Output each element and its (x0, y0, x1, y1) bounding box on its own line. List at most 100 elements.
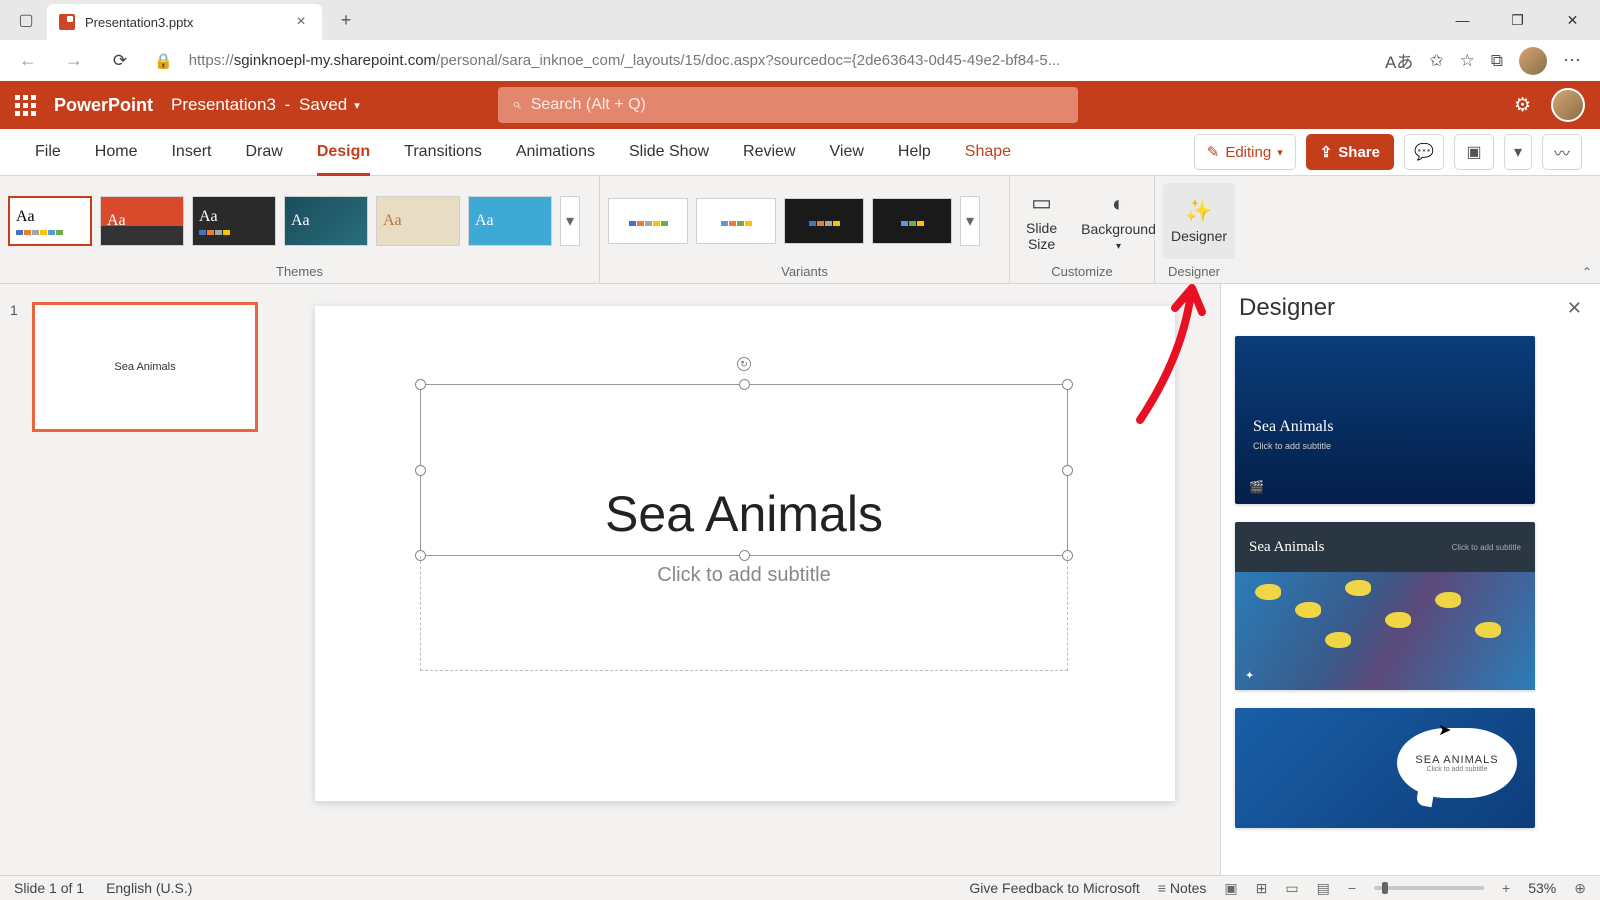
design-idea-3[interactable]: SEA ANIMALS Click to add subtitle (1235, 708, 1535, 828)
subtitle-text-box[interactable]: Click to add subtitle (420, 556, 1068, 671)
resize-handle-tr[interactable] (1062, 379, 1073, 390)
share-button[interactable]: ⇪ Share (1306, 134, 1394, 170)
app-launcher-icon[interactable] (15, 95, 36, 116)
nav-forward-button[interactable]: → (56, 43, 92, 79)
nav-back-button[interactable]: ← (10, 43, 46, 79)
new-tab-button[interactable]: + (330, 10, 362, 31)
theme-3[interactable]: Aa (192, 196, 276, 246)
reading-view-button[interactable]: ▭ (1285, 880, 1298, 897)
subtitle-placeholder[interactable]: Click to add subtitle (421, 556, 1067, 587)
chevron-down-icon: ▾ (354, 99, 360, 112)
slide-size-button[interactable]: ▭Slide Size (1018, 183, 1065, 259)
window-close-button[interactable]: ✕ (1545, 0, 1600, 40)
slide-thumbnail-panel[interactable]: 1 Sea Animals (0, 284, 280, 875)
browser-menu-icon[interactable]: ⋯ (1563, 50, 1582, 71)
tab-title: Presentation3.pptx (85, 15, 282, 30)
activity-button[interactable]: 〰 (1542, 134, 1582, 170)
variant-3[interactable] (784, 198, 864, 244)
app-name-label: PowerPoint (54, 95, 153, 116)
tab-slideshow[interactable]: Slide Show (612, 129, 726, 176)
slide-thumbnail-1[interactable]: 1 Sea Animals (10, 302, 270, 432)
tab-help[interactable]: Help (881, 129, 948, 176)
settings-icon[interactable]: ⚙ (1514, 94, 1531, 117)
zoom-out-button[interactable]: − (1348, 880, 1356, 896)
background-button[interactable]: ◐Background▾ (1073, 183, 1164, 259)
customize-group: ▭Slide Size ◐Background▾ Customize (1010, 176, 1155, 283)
reading-mode-icon[interactable]: Aあ (1385, 48, 1413, 73)
collections-icon[interactable]: ⧉ (1491, 51, 1503, 71)
theme-6[interactable]: Aa (468, 196, 552, 246)
collapse-ribbon-button[interactable]: ⌃ (1582, 265, 1592, 279)
tab-review[interactable]: Review (726, 129, 812, 176)
slide-canvas[interactable]: ↻ Sea Animals Click to add subtitle (315, 306, 1175, 801)
variant-4[interactable] (872, 198, 952, 244)
resize-handle-mr[interactable] (1062, 465, 1073, 476)
tab-insert[interactable]: Insert (154, 129, 228, 176)
more-themes-button[interactable]: ▾ (560, 196, 580, 246)
tab-view[interactable]: View (813, 129, 881, 176)
present-button[interactable]: ▣ (1454, 134, 1494, 170)
slideshow-view-button[interactable]: ▤ (1317, 880, 1330, 897)
document-name[interactable]: Presentation3 - Saved ▾ (171, 95, 360, 115)
normal-view-button[interactable]: ▣ (1224, 880, 1237, 897)
designer-close-button[interactable]: ✕ (1567, 298, 1582, 319)
tab-design[interactable]: Design (300, 129, 387, 176)
language-indicator[interactable]: English (U.S.) (106, 880, 192, 896)
zoom-in-button[interactable]: + (1502, 880, 1510, 896)
slide-title-text[interactable]: Sea Animals (421, 385, 1067, 543)
url-field[interactable]: https://sginknoepl-my.sharepoint.com/per… (189, 52, 1375, 69)
browser-tab[interactable]: Presentation3.pptx × (47, 4, 322, 40)
sorter-view-button[interactable]: ⊞ (1256, 880, 1268, 897)
site-info-icon[interactable]: 🔒 (148, 52, 179, 70)
theme-office[interactable]: Aa (8, 196, 92, 246)
tracking-icon[interactable]: ✩ (1429, 51, 1443, 71)
slide-counter[interactable]: Slide 1 of 1 (14, 880, 84, 896)
tab-draw[interactable]: Draw (228, 129, 299, 176)
favorites-icon[interactable]: ☆ (1460, 51, 1475, 71)
window-minimize-button[interactable]: — (1435, 0, 1490, 40)
more-variants-button[interactable]: ▾ (960, 196, 980, 246)
workspace: 1 Sea Animals ↻ Sea Animals (0, 284, 1600, 875)
designer-ideas-list[interactable]: Sea Animals Click to add subtitle 🎬 Sea … (1221, 328, 1600, 875)
tab-close-button[interactable]: × (292, 13, 310, 31)
resize-handle-tl[interactable] (415, 379, 426, 390)
tab-transitions[interactable]: Transitions (387, 129, 499, 176)
theme-5[interactable]: Aa (376, 196, 460, 246)
zoom-slider[interactable] (1374, 886, 1484, 890)
resize-handle-tm[interactable] (739, 379, 750, 390)
account-avatar-icon[interactable] (1551, 88, 1585, 122)
thumbnail-preview[interactable]: Sea Animals (32, 302, 258, 432)
tab-animations[interactable]: Animations (499, 129, 612, 176)
variant-1[interactable] (608, 198, 688, 244)
url-path: /personal/sara_inknoe_com/_layouts/15/do… (436, 52, 1060, 69)
design-idea-2-subtitle: Click to add subtitle (1452, 543, 1521, 552)
designer-button[interactable]: ✨Designer (1163, 183, 1235, 259)
design-idea-2[interactable]: Sea Animals Click to add subtitle ✦ (1235, 522, 1535, 690)
editing-mode-button[interactable]: ✎ Editing ▾ (1194, 134, 1296, 170)
url-host: sginknoepl-my.sharepoint.com (234, 52, 436, 69)
resize-handle-ml[interactable] (415, 465, 426, 476)
search-input[interactable]: ⌕ Search (Alt + Q) (498, 87, 1078, 123)
profile-avatar-icon[interactable] (1519, 47, 1547, 75)
tab-file[interactable]: File (18, 129, 78, 176)
edge-sidebar-button[interactable]: ▢ (5, 0, 47, 40)
zoom-level[interactable]: 53% (1528, 880, 1556, 896)
feedback-link[interactable]: Give Feedback to Microsoft (969, 880, 1139, 896)
fit-to-window-button[interactable]: ⊕ (1574, 880, 1586, 897)
comments-button[interactable]: 💬 (1404, 134, 1444, 170)
slide-canvas-area: ↻ Sea Animals Click to add subtitle (280, 284, 1220, 875)
title-text-box[interactable]: ↻ Sea Animals Click to add subtitle (420, 384, 1068, 674)
refresh-button[interactable]: ⟳ (102, 43, 138, 79)
tab-home[interactable]: Home (78, 129, 155, 176)
notes-toggle[interactable]: ≡ Notes (1158, 880, 1207, 896)
variant-2[interactable] (696, 198, 776, 244)
theme-4[interactable]: Aa (284, 196, 368, 246)
rotate-handle[interactable]: ↻ (737, 357, 751, 371)
present-menu-button[interactable]: ▾ (1504, 134, 1532, 170)
window-maximize-button[interactable]: ❐ (1490, 0, 1545, 40)
theme-2[interactable]: Aa (100, 196, 184, 246)
tab-shape[interactable]: Shape (948, 129, 1028, 176)
zoom-slider-thumb[interactable] (1382, 882, 1388, 894)
ribbon: Aa Aa Aa Aa Aa Aa ▾ Themes ▾ Variants ▭S… (0, 176, 1600, 284)
design-idea-1[interactable]: Sea Animals Click to add subtitle 🎬 (1235, 336, 1535, 504)
